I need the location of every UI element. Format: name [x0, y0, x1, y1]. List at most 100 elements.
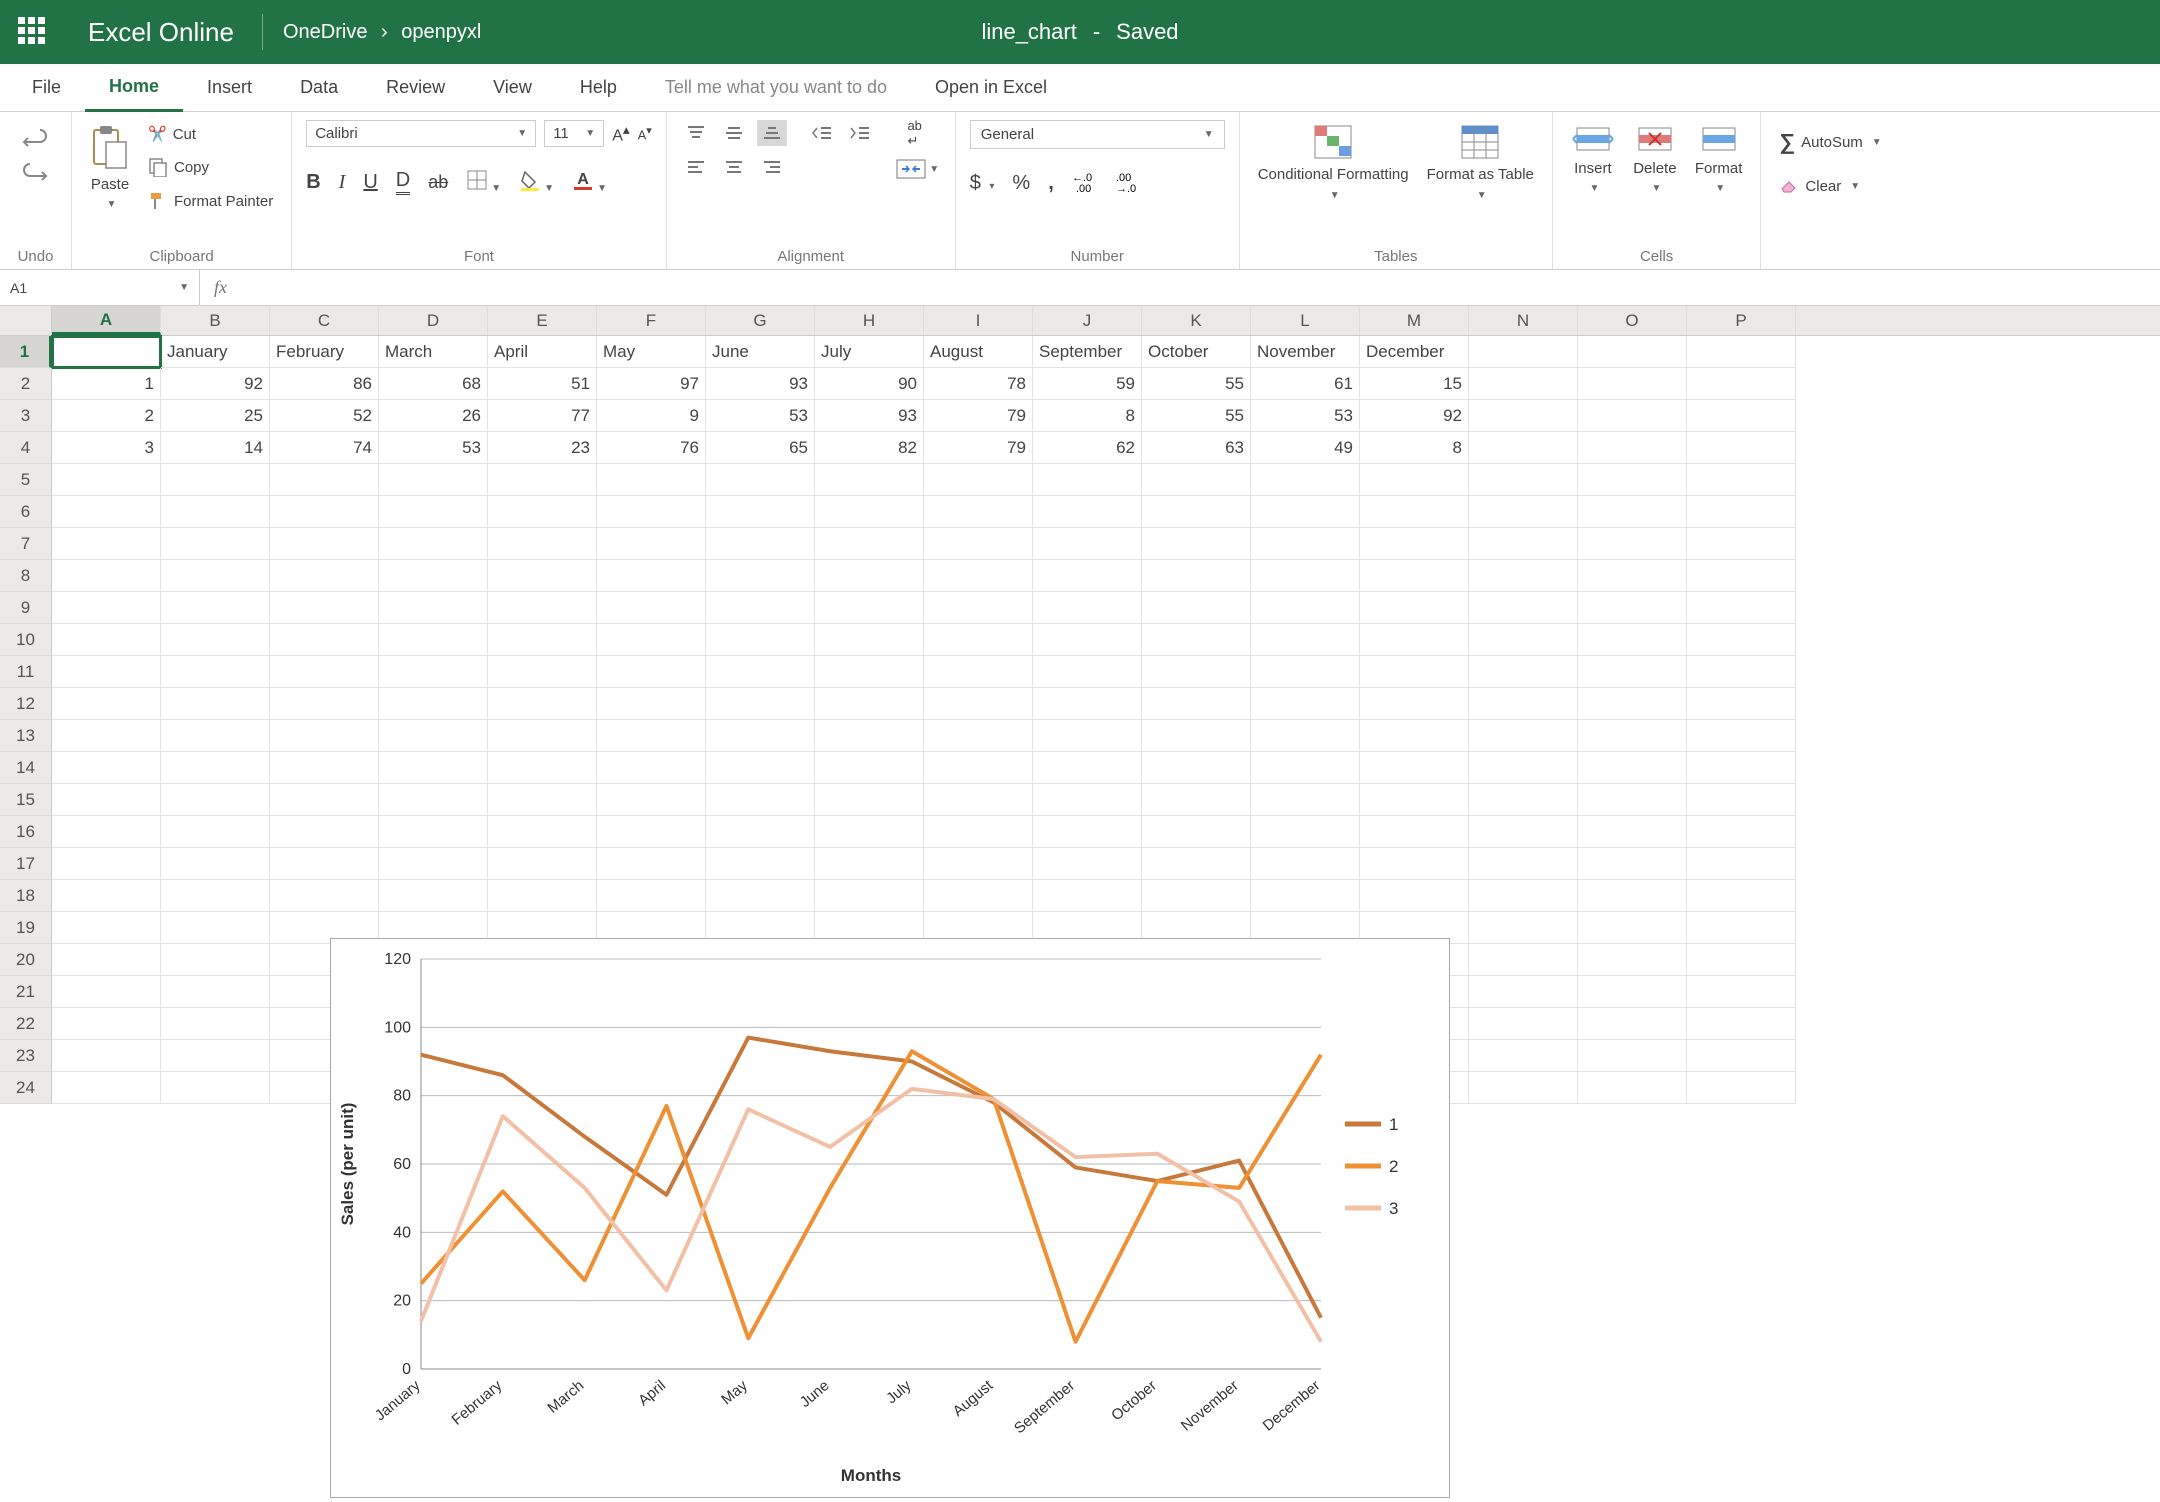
app-launcher-icon[interactable] [18, 17, 48, 47]
align-center-icon[interactable] [719, 154, 749, 180]
cell[interactable] [1251, 624, 1360, 656]
row-header[interactable]: 14 [0, 752, 52, 784]
cell[interactable] [52, 656, 161, 688]
cell[interactable] [161, 976, 270, 1008]
cell[interactable]: January [161, 336, 270, 368]
cell[interactable]: 55 [1142, 368, 1251, 400]
breadcrumb-root[interactable]: OneDrive [283, 21, 367, 43]
cell[interactable]: December [1360, 336, 1469, 368]
cell[interactable] [1033, 880, 1142, 912]
cell[interactable] [270, 592, 379, 624]
cell[interactable] [1142, 816, 1251, 848]
cell[interactable] [1469, 720, 1578, 752]
cell[interactable] [924, 784, 1033, 816]
cell[interactable] [1142, 688, 1251, 720]
cell[interactable]: 68 [379, 368, 488, 400]
cell[interactable]: October [1142, 336, 1251, 368]
cell[interactable] [597, 528, 706, 560]
cell[interactable] [270, 816, 379, 848]
cell[interactable] [161, 912, 270, 944]
cell[interactable] [1578, 848, 1687, 880]
column-header[interactable]: A [52, 306, 161, 335]
cell[interactable] [1469, 336, 1578, 368]
cell[interactable]: 26 [379, 400, 488, 432]
font-color-button[interactable]: A▼ [572, 169, 607, 195]
copy-button[interactable]: Copy [144, 154, 277, 180]
row-header[interactable]: 8 [0, 560, 52, 592]
cell[interactable] [161, 656, 270, 688]
underline-button[interactable]: U [363, 171, 377, 194]
cell[interactable] [597, 496, 706, 528]
cell[interactable] [161, 592, 270, 624]
cell[interactable] [488, 752, 597, 784]
cell[interactable] [1033, 464, 1142, 496]
cell[interactable] [1033, 688, 1142, 720]
cell[interactable] [52, 1008, 161, 1040]
tab-help[interactable]: Help [556, 64, 641, 112]
cell[interactable] [1360, 688, 1469, 720]
cell[interactable] [161, 784, 270, 816]
cell[interactable] [924, 560, 1033, 592]
cell[interactable]: March [379, 336, 488, 368]
percent-button[interactable]: % [1012, 172, 1030, 195]
cell[interactable] [52, 784, 161, 816]
cell[interactable] [1469, 784, 1578, 816]
tab-data[interactable]: Data [276, 64, 362, 112]
cell[interactable] [597, 880, 706, 912]
cell[interactable] [597, 848, 706, 880]
cell[interactable]: 49 [1251, 432, 1360, 464]
cell[interactable] [1360, 592, 1469, 624]
cell[interactable] [379, 752, 488, 784]
cell[interactable] [1687, 720, 1796, 752]
cell[interactable] [1687, 1008, 1796, 1040]
column-header[interactable]: C [270, 306, 379, 335]
cell[interactable] [924, 592, 1033, 624]
cell[interactable] [1578, 496, 1687, 528]
cell[interactable]: 62 [1033, 432, 1142, 464]
cell[interactable] [1251, 560, 1360, 592]
cell[interactable] [379, 880, 488, 912]
cell[interactable] [1033, 624, 1142, 656]
cell[interactable] [1360, 720, 1469, 752]
cell[interactable] [1578, 912, 1687, 944]
cell[interactable] [815, 592, 924, 624]
cell[interactable] [924, 464, 1033, 496]
cell[interactable] [706, 560, 815, 592]
tab-file[interactable]: File [8, 64, 85, 112]
cell[interactable] [706, 592, 815, 624]
cell[interactable] [270, 688, 379, 720]
align-middle-icon[interactable] [719, 120, 749, 146]
cell[interactable] [1142, 656, 1251, 688]
format-cells-button[interactable]: Format▼ [1691, 120, 1747, 198]
row-header[interactable]: 6 [0, 496, 52, 528]
cell[interactable] [488, 528, 597, 560]
cell[interactable] [1142, 880, 1251, 912]
cell[interactable] [52, 752, 161, 784]
currency-button[interactable]: $ ▾ [970, 172, 995, 195]
cell[interactable]: February [270, 336, 379, 368]
cut-button[interactable]: ✂️ Cut [144, 122, 277, 146]
cell[interactable]: 52 [270, 400, 379, 432]
column-header[interactable]: D [379, 306, 488, 335]
cell[interactable] [270, 464, 379, 496]
cell[interactable] [1142, 592, 1251, 624]
cell[interactable] [1578, 400, 1687, 432]
cell[interactable] [488, 784, 597, 816]
cell[interactable] [379, 688, 488, 720]
cell[interactable] [52, 592, 161, 624]
cell[interactable] [597, 816, 706, 848]
row-header[interactable]: 21 [0, 976, 52, 1008]
cell[interactable] [706, 816, 815, 848]
cell[interactable]: 14 [161, 432, 270, 464]
cell[interactable] [52, 944, 161, 976]
cell[interactable] [161, 624, 270, 656]
format-painter-button[interactable]: Format Painter [144, 188, 277, 214]
column-header[interactable]: J [1033, 306, 1142, 335]
cell[interactable] [270, 496, 379, 528]
cell[interactable] [815, 528, 924, 560]
cell[interactable] [1687, 752, 1796, 784]
cell[interactable] [52, 560, 161, 592]
cell[interactable] [1687, 368, 1796, 400]
cell[interactable] [1578, 944, 1687, 976]
cell[interactable]: 74 [270, 432, 379, 464]
